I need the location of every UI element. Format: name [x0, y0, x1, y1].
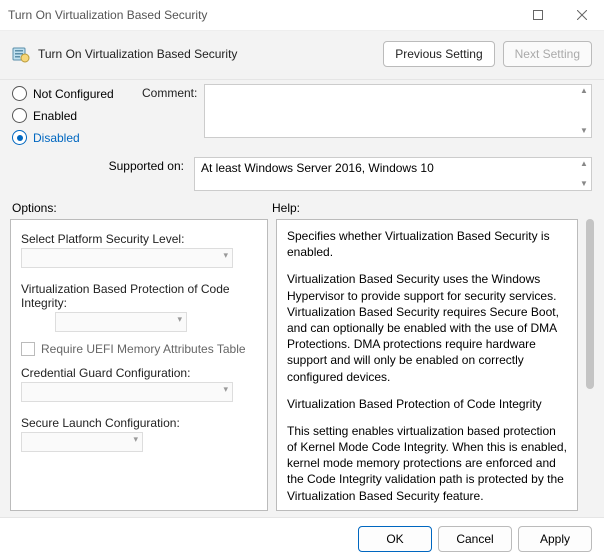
- vbpci-dropdown[interactable]: ▾: [55, 312, 187, 332]
- help-text: Virtualization Based Security uses the W…: [287, 271, 567, 384]
- chevron-down-icon: ▾: [223, 250, 228, 261]
- chevron-down-icon: ▾: [177, 314, 182, 325]
- uefi-memory-checkbox-label: Require UEFI Memory Attributes Table: [41, 342, 246, 356]
- comment-label: Comment:: [142, 84, 200, 145]
- header: Turn On Virtualization Based Security Pr…: [0, 31, 604, 80]
- help-section-label: Help:: [272, 201, 592, 215]
- state-radio-group: Not Configured Enabled Disabled: [12, 84, 132, 145]
- radio-not-configured[interactable]: Not Configured: [12, 86, 132, 101]
- help-scrollbar-track[interactable]: [586, 219, 594, 511]
- help-text: Virtualization Based Protection of Code …: [287, 396, 567, 412]
- supported-scroll-icon: ▲▼: [577, 158, 591, 190]
- secure-launch-dropdown[interactable]: ▾: [21, 432, 143, 452]
- help-text: Specifies whether Virtualization Based S…: [287, 228, 567, 260]
- setting-title: Turn On Virtualization Based Security: [38, 47, 375, 61]
- uefi-memory-checkbox[interactable]: Require UEFI Memory Attributes Table: [21, 342, 257, 356]
- next-setting-button[interactable]: Next Setting: [503, 41, 592, 67]
- help-panel: Specifies whether Virtualization Based S…: [276, 219, 578, 511]
- options-section-label: Options:: [12, 201, 272, 215]
- options-panel: Select Platform Security Level: ▾ Virtua…: [10, 219, 268, 511]
- credential-guard-dropdown[interactable]: ▾: [21, 382, 233, 402]
- radio-enabled-label: Enabled: [33, 109, 77, 123]
- platform-security-level-label: Select Platform Security Level:: [21, 232, 257, 246]
- maximize-button[interactable]: [516, 1, 560, 29]
- previous-setting-button[interactable]: Previous Setting: [383, 41, 494, 67]
- apply-button[interactable]: Apply: [518, 526, 592, 552]
- radio-disabled-label: Disabled: [33, 131, 80, 145]
- comment-textarea[interactable]: ▲▼: [204, 84, 592, 138]
- credential-guard-label: Credential Guard Configuration:: [21, 366, 257, 380]
- supported-on-value: At least Windows Server 2016, Windows 10: [201, 161, 434, 175]
- supported-on-value-box: At least Windows Server 2016, Windows 10…: [194, 157, 592, 191]
- close-button[interactable]: [560, 1, 604, 29]
- vbpci-label: Virtualization Based Protection of Code …: [21, 282, 257, 310]
- help-text: This setting enables virtualization base…: [287, 423, 567, 504]
- radio-disabled[interactable]: Disabled: [12, 130, 132, 145]
- chevron-down-icon: ▾: [133, 434, 138, 445]
- comment-scroll-icon: ▲▼: [577, 85, 591, 137]
- policy-icon: [12, 45, 30, 63]
- ok-button[interactable]: OK: [358, 526, 432, 552]
- chevron-down-icon: ▾: [223, 384, 228, 395]
- secure-launch-label: Secure Launch Configuration:: [21, 416, 257, 430]
- cancel-button[interactable]: Cancel: [438, 526, 512, 552]
- platform-security-level-dropdown[interactable]: ▾: [21, 248, 233, 268]
- dialog-footer: OK Cancel Apply: [0, 517, 604, 560]
- supported-on-label: Supported on:: [12, 157, 190, 191]
- titlebar: Turn On Virtualization Based Security: [0, 0, 604, 31]
- radio-enabled[interactable]: Enabled: [12, 108, 132, 123]
- radio-not-configured-label: Not Configured: [33, 87, 114, 101]
- window-title: Turn On Virtualization Based Security: [8, 8, 207, 22]
- help-scrollbar-thumb[interactable]: [586, 219, 594, 389]
